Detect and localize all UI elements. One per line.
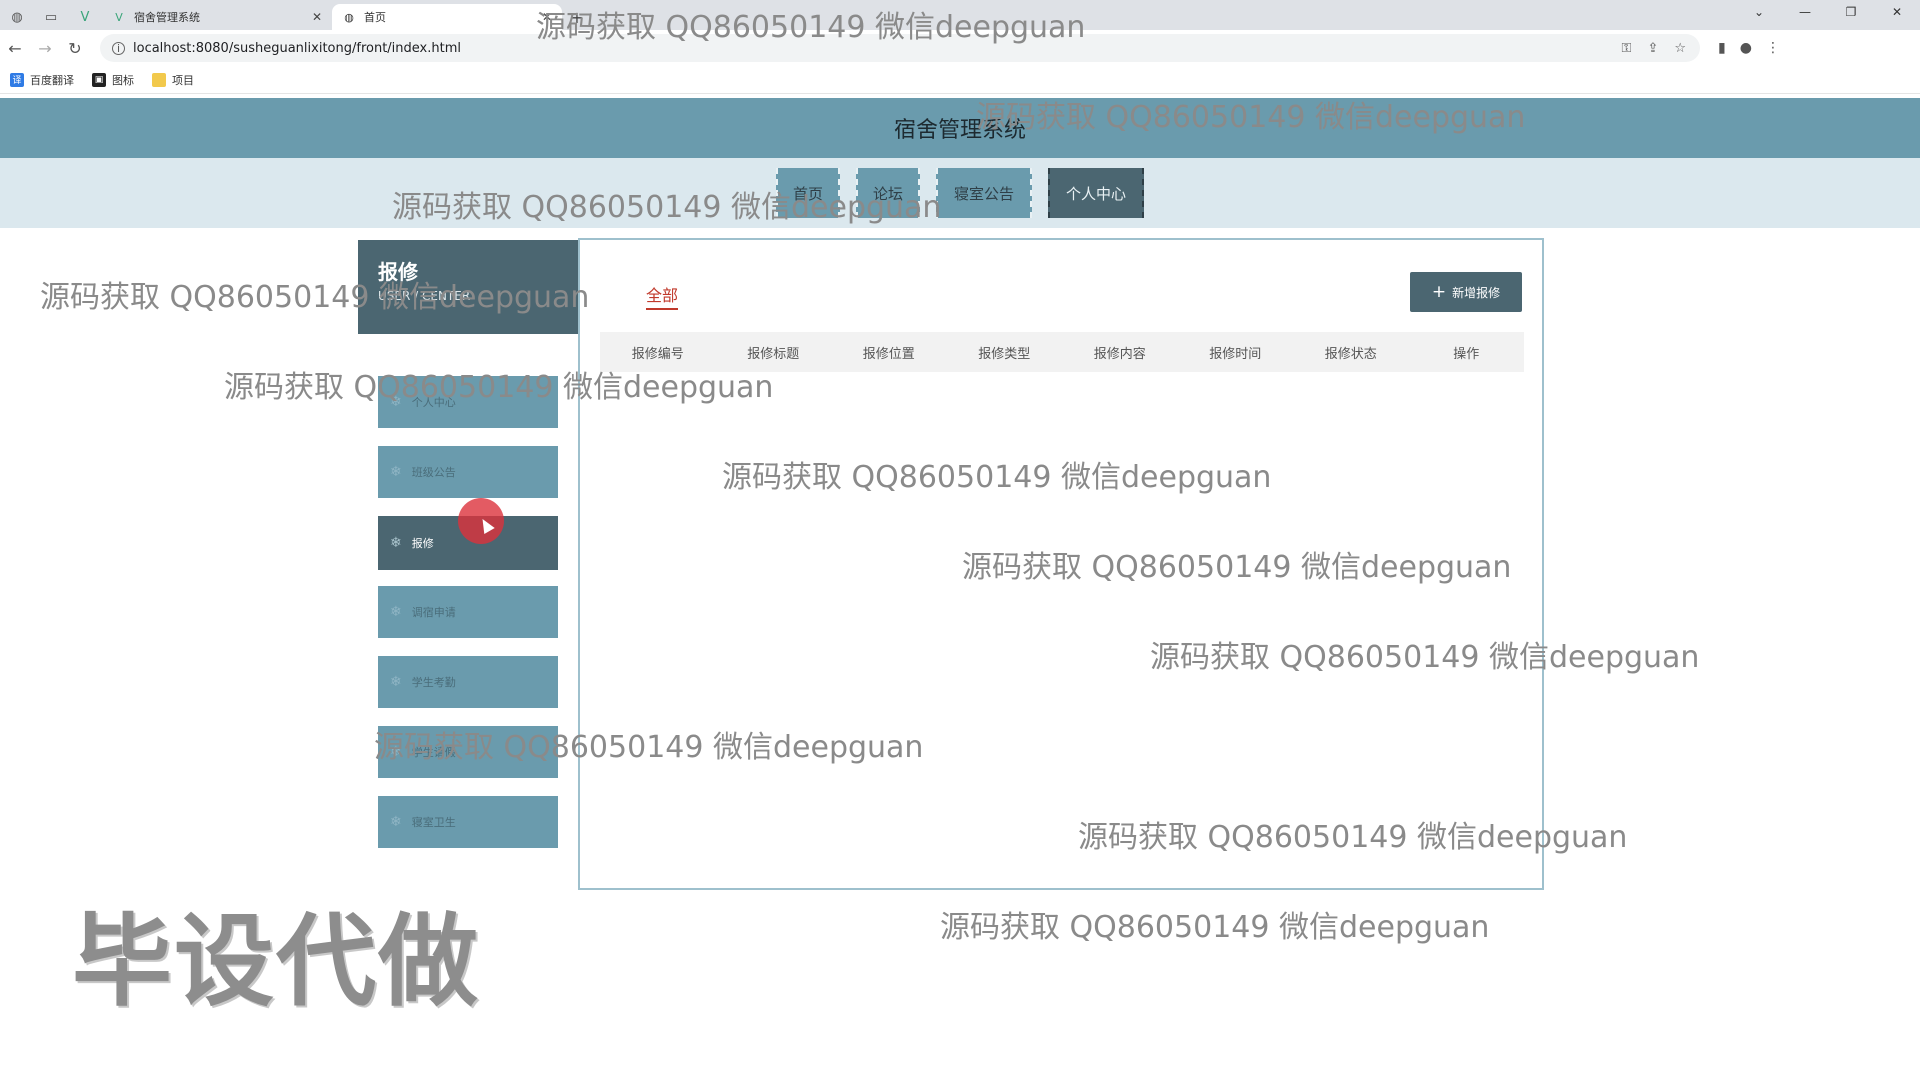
sidebar-subtitle: USER / CENTER [378,289,471,303]
image-icon: ▣ [92,72,106,87]
site-title: 宿舍管理系统 [893,118,1026,143]
url-field[interactable]: i localhost:8080/susheguanlixitong/front… [100,34,1700,62]
bookmark-label: 百度翻译 [30,73,74,87]
nav-item-personal-center[interactable]: 个人中心 [1048,168,1144,218]
close-window-icon[interactable]: ✕ [1874,0,1920,24]
column-header: 报修编号 [631,346,684,362]
sidebar-item-attendance[interactable]: ❄ 学生考勤 [378,656,558,708]
menu-icon[interactable]: ⋮ [1766,40,1780,56]
sidebar-item-hygiene[interactable]: ❄ 寝室卫生 [378,796,558,848]
plus-icon: + [1431,282,1447,302]
minimize-icon[interactable]: — [1782,0,1828,24]
translate-icon: 译 [10,72,24,87]
column-header: 报修类型 [978,346,1031,362]
column-header: 报修标题 [747,346,800,362]
nav-item-home[interactable]: 首页 [776,168,840,218]
big-watermark: 毕设代做 [72,903,480,1020]
snowflake-icon: ❄ [390,535,402,551]
close-tab-icon[interactable]: ✕ [312,10,322,24]
add-repair-button[interactable]: + 新增报修 [1410,272,1522,312]
sidebar-title: 报修 [378,260,418,284]
sidebar-item-label: 报修 [411,537,434,550]
forward-icon[interactable]: → [30,33,60,63]
site-header: 宿舍管理系统 [0,98,1920,158]
nav-item-announcement[interactable]: 寝室公告 [936,168,1032,218]
share-icon[interactable]: ⇪ [1647,41,1658,56]
column-header: 报修内容 [1093,346,1146,362]
snowflake-icon: ❄ [390,464,402,480]
key-icon[interactable]: ⚿ [1622,41,1632,56]
vue-icon: V [115,10,123,24]
sidebar-item-class-announcement[interactable]: ❄ 班级公告 [378,446,558,498]
restore-icon[interactable]: ❐ [1828,0,1874,24]
nav-item-forum[interactable]: 论坛 [856,168,920,218]
folder-icon [152,72,166,87]
sidebar-item-label: 寝室卫生 [411,816,456,829]
snowflake-icon: ❄ [390,744,402,760]
snowflake-icon: ❄ [390,604,402,620]
browser-tabbar: ◍ ▭ V V 宿舍管理系统 ✕ ◍ 首页 ✕ + ⌄ — ❐ ✕ [0,0,1920,30]
globe-icon[interactable]: ◍ [0,4,34,30]
browser-tab-title: 首页 [364,11,386,24]
reload-icon[interactable]: ↻ [60,33,90,63]
bookmark-item[interactable]: 项目 [152,72,194,88]
browser-tab-system[interactable]: V 宿舍管理系统 ✕ [102,4,332,30]
profile-icon[interactable]: ● [1740,40,1752,56]
column-header: 报修状态 [1324,346,1377,362]
column-header: 报修时间 [1209,346,1262,362]
info-icon[interactable]: i [112,41,125,55]
tab-blank-icon[interactable]: ▭ [34,4,68,30]
tab-search-icon[interactable]: ⌄ [1736,0,1782,24]
sidebar-item-leave[interactable]: ❄ 学生请假 [378,726,558,778]
bookmark-label: 项目 [172,73,194,87]
column-header: 操作 [1453,346,1480,362]
address-bar-row: ← → ↻ i localhost:8080/susheguanlixitong… [0,30,1920,66]
browser-tab-title: 宿舍管理系统 [134,11,200,24]
snowflake-icon: ❄ [390,674,402,690]
sidebar-header: 报修 USER / CENTER [358,240,578,334]
table-header: 报修编号 报修标题 报修位置 报修类型 报修内容 报修时间 报修状态 操作 [600,332,1524,372]
bookmark-item[interactable]: 译 百度翻译 [10,72,74,88]
globe-icon: ◍ [344,10,354,24]
window-controls: ⌄ — ❐ ✕ [1736,0,1920,24]
sidebar-item-personal-center[interactable]: ❄ 个人中心 [378,376,558,428]
browser-tab-home[interactable]: ◍ 首页 ✕ [332,4,562,30]
column-header: 报修位置 [862,346,915,362]
close-tab-icon[interactable]: ✕ [542,10,552,24]
add-repair-label: 新增报修 [1452,285,1501,300]
new-tab-icon[interactable]: + [562,4,592,30]
sidebar-item-label: 学生考勤 [411,676,456,689]
sidebar-item-label: 个人中心 [411,396,456,409]
sidebar-item-dorm-change[interactable]: ❄ 调宿申请 [378,586,558,638]
repair-panel: 全部 + 新增报修 报修编号 报修标题 报修位置 报修类型 报修内容 报修时间 … [578,238,1544,890]
snowflake-icon: ❄ [390,394,402,410]
sidepanel-icon[interactable]: ▮ [1718,40,1726,56]
watermark: 源码获取 QQ86050149 微信deepguan [940,910,1490,945]
vue-icon[interactable]: V [68,4,102,30]
url-text: localhost:8080/susheguanlixitong/front/i… [133,40,461,56]
star-icon[interactable]: ☆ [1674,41,1686,56]
filter-tab-all[interactable]: 全部 [646,282,679,310]
sidebar-item-label: 学生请假 [411,746,456,759]
main-nav: 首页 论坛 寝室公告 个人中心 [0,158,1920,228]
snowflake-icon: ❄ [390,814,402,830]
sidebar-item-label: 调宿申请 [411,606,456,619]
bookmark-label: 图标 [112,73,134,87]
bookmark-item[interactable]: ▣ 图标 [92,72,134,88]
bookmarks-bar: 译 百度翻译 ▣ 图标 项目 [0,66,1920,94]
sidebar-item-label: 班级公告 [411,466,456,479]
back-icon[interactable]: ← [0,33,30,63]
